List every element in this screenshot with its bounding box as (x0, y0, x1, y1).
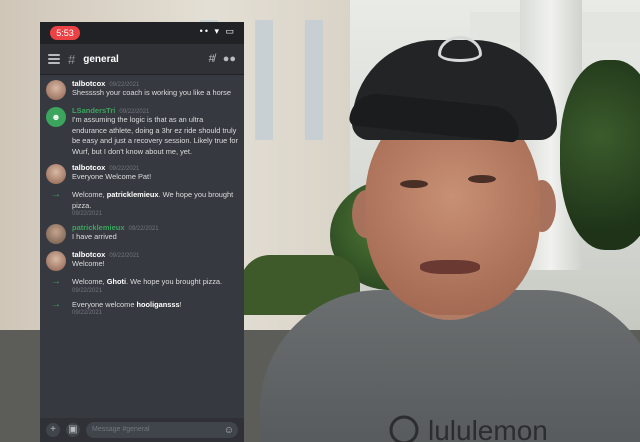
avatar[interactable] (46, 224, 66, 244)
message-text: Welcome! (72, 259, 105, 268)
message: talbotcox 09/22/2021 Shessssh your coach… (46, 79, 238, 100)
message-text: Shessssh your coach is working you like … (72, 88, 231, 97)
shirt-logo: lululemon (389, 415, 548, 442)
menu-icon[interactable] (48, 54, 60, 64)
members-icon[interactable]: ●● (223, 53, 236, 65)
timestamp: 09/22/2021 (109, 253, 140, 259)
join-message: → Welcome, patricklemieux. We hope you b… (46, 189, 238, 218)
timestamp: 09/22/2021 (72, 287, 103, 294)
message: talbotcox 09/22/2021 Everyone Welcome Pa… (46, 163, 238, 184)
message-input[interactable]: Message #general ☺ (86, 422, 238, 438)
message-text: I have arrived (72, 232, 117, 241)
join-user[interactable]: Ghoti (107, 277, 126, 286)
author-name[interactable]: talbotcox (72, 79, 105, 88)
author-name[interactable]: talbotcox (72, 163, 105, 172)
author-name[interactable]: LSandersTri (72, 106, 115, 115)
hash-icon: # (68, 51, 76, 67)
arrow-icon: → (51, 189, 61, 200)
eye (468, 175, 496, 183)
join-user[interactable]: patricklemieux (107, 190, 159, 199)
mouth (420, 260, 480, 274)
emoji-icon[interactable]: ☺ (224, 423, 234, 439)
message-composer: + ▣ Message #general ☺ (40, 418, 244, 442)
author-name[interactable]: talbotcox (72, 250, 105, 259)
discord-icon[interactable]: ☻ (46, 107, 66, 127)
timestamp: 09/22/2021 (72, 211, 103, 217)
message-text: I'm assuming the logic is that as an ult… (72, 115, 238, 156)
avatar[interactable] (46, 80, 66, 100)
gift-icon[interactable]: ▣ (66, 423, 80, 437)
status-time: 5:53 (50, 26, 80, 40)
author-name[interactable]: patricklemieux (72, 223, 125, 232)
arrow-icon: → (51, 298, 61, 310)
message: ☻ LSandersTri 09/22/2021 I'm assuming th… (46, 106, 238, 157)
timestamp: 09/22/2021 (128, 226, 159, 232)
avatar[interactable] (46, 164, 66, 184)
message-placeholder: Message #general (92, 426, 150, 433)
join-user[interactable]: hooligansss (137, 300, 180, 309)
join-text: Welcome, patricklemieux. We hope you bro… (72, 190, 234, 210)
arrow-icon: → (51, 276, 61, 287)
join-message: → Everyone welcome hooligansss! 09/22/20… (46, 298, 238, 316)
join-text: Welcome, Ghoti. We hope you brought pizz… (72, 277, 223, 286)
status-bar: 5:53 •• ▾ ▭ (40, 22, 244, 44)
message-text: Everyone Welcome Pat! (72, 172, 152, 181)
eye (400, 180, 428, 188)
timestamp: 09/22/2021 (72, 310, 103, 316)
avatar[interactable] (46, 251, 66, 271)
join-text: Everyone welcome hooligansss! (72, 299, 182, 309)
status-icons: •• ▾ ▭ (199, 26, 236, 36)
message: patricklemieux 09/22/2021 I have arrived (46, 223, 238, 244)
threads-icon[interactable]: #̸ (209, 53, 215, 65)
join-message: → Welcome, Ghoti. We hope you brought pi… (46, 277, 238, 294)
plus-icon[interactable]: + (46, 423, 60, 437)
person: lululemon (240, 36, 640, 442)
discord-app: 5:53 •• ▾ ▭ # general #̸ ●● talbotcox 09… (40, 22, 244, 442)
channel-name: general (83, 53, 119, 65)
shirt-text: lululemon (428, 415, 548, 442)
message-list: talbotcox 09/22/2021 Shessssh your coach… (40, 75, 244, 316)
channel-header: # general #̸ ●● (40, 44, 244, 75)
message: talbotcox 09/22/2021 Welcome! (46, 250, 238, 271)
